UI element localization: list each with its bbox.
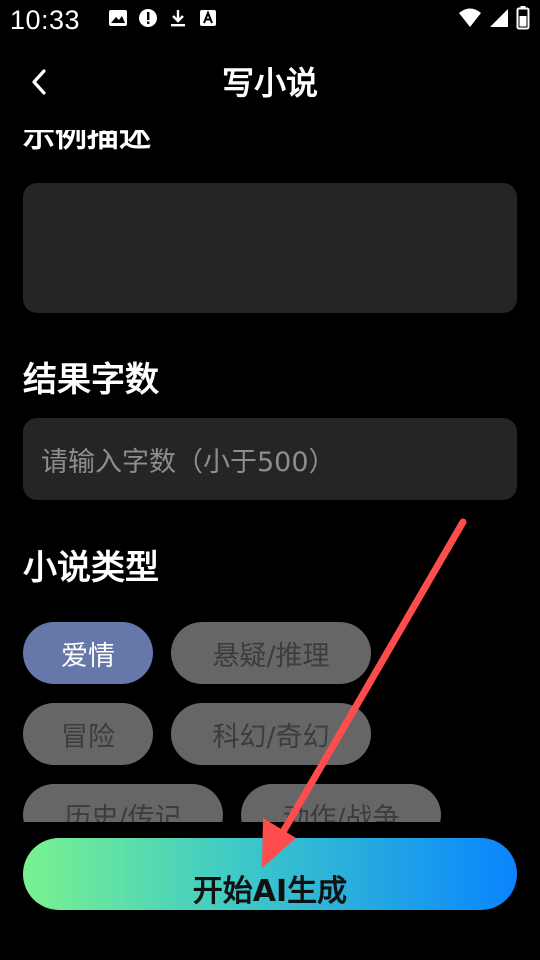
description-label: 示例描述 xyxy=(23,130,152,154)
system-icons xyxy=(458,6,530,30)
image-icon xyxy=(109,10,127,26)
description-textarea[interactable] xyxy=(23,183,517,313)
wordcount-label: 结果字数 xyxy=(23,360,159,400)
status-bar: 10:33 xyxy=(0,0,540,44)
battery-icon xyxy=(516,6,530,30)
notification-icons xyxy=(108,8,218,28)
alert-icon xyxy=(139,9,157,27)
wifi-icon xyxy=(459,8,481,27)
genre-chip-scifi[interactable]: 科幻/奇幻 xyxy=(171,703,371,765)
status-time: 10:33 xyxy=(10,5,81,35)
generate-button-label: 开始AI生成 xyxy=(192,874,348,909)
form-scroll-area[interactable]: 示例描述 结果字数 请输入字数（小于500） 小说类型 爱情 悬疑/推理 冒险 … xyxy=(0,130,540,822)
wordcount-input[interactable]: 请输入字数（小于500） xyxy=(23,418,517,500)
a-icon xyxy=(200,10,216,26)
app-header: 写小说 xyxy=(0,52,540,114)
genre-chip-action[interactable]: 动作/战争 xyxy=(241,784,441,822)
download-icon xyxy=(171,10,185,27)
page-title: 写小说 xyxy=(221,64,318,102)
genre-chip-adventure[interactable]: 冒险 xyxy=(23,703,153,765)
generate-button[interactable]: 开始AI生成 xyxy=(23,838,517,910)
genre-chip-history[interactable]: 历史/传记 xyxy=(23,784,223,822)
genre-chip-romance[interactable]: 爱情 xyxy=(23,622,153,684)
genre-label: 小说类型 xyxy=(23,548,159,588)
signal-icon xyxy=(490,9,508,27)
genre-chip-mystery[interactable]: 悬疑/推理 xyxy=(171,622,371,684)
wordcount-placeholder: 请输入字数（小于500） xyxy=(41,446,336,478)
